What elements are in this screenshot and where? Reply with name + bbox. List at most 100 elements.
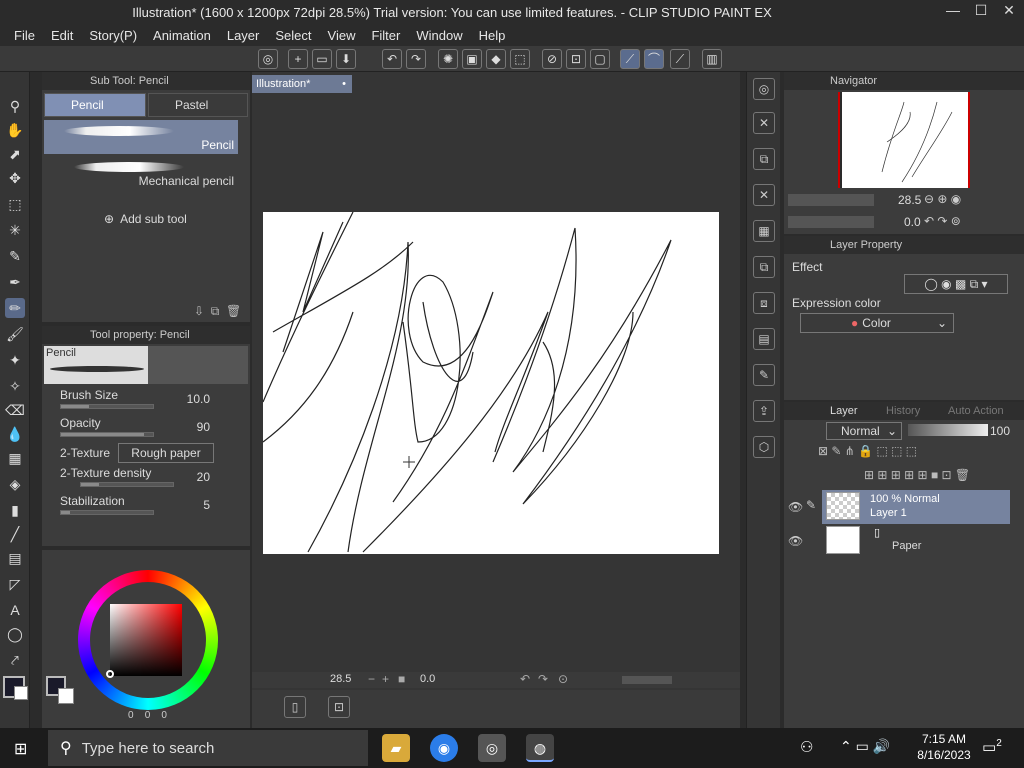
storyboard-icon[interactable]: ▯ <box>284 696 306 718</box>
cancel-icon[interactable]: ✕ <box>753 184 775 206</box>
zoom-tool-icon[interactable]: ⚲ <box>5 96 25 116</box>
menu-view[interactable]: View <box>320 26 364 46</box>
open-folder-icon[interactable]: ▭ <box>312 49 332 69</box>
fill-icon[interactable]: ◆ <box>486 49 506 69</box>
subtool-item-pencil[interactable]: Pencil <box>44 120 238 154</box>
taskbar-search[interactable]: ⚲ Type here to search <box>48 730 368 766</box>
undo-icon[interactable]: ↶ <box>382 49 402 69</box>
menu-help[interactable]: Help <box>471 26 514 46</box>
edit-icon[interactable]: ✎ <box>753 364 775 386</box>
target-icon[interactable]: ◎ <box>753 78 775 100</box>
navigator-frame[interactable] <box>838 92 970 188</box>
tab-close-icon[interactable]: • <box>342 75 346 93</box>
merge-icon[interactable]: ⧈ <box>753 292 775 314</box>
texture-density-slider[interactable] <box>80 482 174 487</box>
navigator-zoom-value[interactable]: 28.5 <box>898 193 921 207</box>
color-picker-handle[interactable] <box>106 670 114 678</box>
invert-selection-icon[interactable]: ⊡ <box>566 49 586 69</box>
file-explorer-icon[interactable]: ▰ <box>382 734 410 762</box>
shape-icon[interactable]: ⬡ <box>753 436 775 458</box>
smartphone-icon[interactable]: ▥ <box>702 49 722 69</box>
page-manager-icon[interactable]: ⊡ <box>328 696 350 718</box>
navigator-rotation-slider[interactable] <box>788 216 874 228</box>
deselect-icon[interactable]: ⊘ <box>542 49 562 69</box>
tray-icons[interactable]: ⌃ ▭ 🔊 <box>840 738 890 755</box>
layer-opacity-slider[interactable] <box>908 424 988 436</box>
people-icon[interactable]: ⚇ <box>800 738 813 756</box>
sub-color-swatch[interactable] <box>14 686 28 700</box>
transform-icon[interactable]: ⬚ <box>510 49 530 69</box>
auto-select-icon[interactable]: ✳ <box>5 220 25 240</box>
decoration-icon[interactable]: ✧ <box>5 376 25 396</box>
texture-density-value[interactable]: 20 <box>197 470 210 484</box>
balloon-icon[interactable]: ◯ <box>5 624 25 644</box>
clear-icon[interactable]: ✺ <box>438 49 458 69</box>
show-selection-icon[interactable]: ▢ <box>590 49 610 69</box>
pencil-tool-icon[interactable]: ✏ <box>5 298 25 318</box>
brush-size-value[interactable]: 10.0 <box>187 392 210 406</box>
tab-auto-action[interactable]: Auto Action <box>948 402 1004 420</box>
stabilization-slider[interactable] <box>60 510 154 515</box>
windows-start-icon[interactable]: ⊞ <box>14 739 27 759</box>
add-sub-tool-button[interactable]: ⊕ Add sub tool <box>104 212 187 226</box>
snap-to-grid-icon[interactable]: ⟋ <box>670 49 690 69</box>
move-layer-icon[interactable]: ✥ <box>5 168 25 188</box>
menu-story[interactable]: Story(P) <box>81 26 145 46</box>
menu-window[interactable]: Window <box>408 26 470 46</box>
save-icon[interactable]: ⬇ <box>336 49 356 69</box>
minimize-button[interactable]: — <box>940 2 966 24</box>
correct-line-icon[interactable]: ⤤ <box>5 650 25 670</box>
close-button[interactable]: ✕ <box>996 2 1022 24</box>
import-icon[interactable]: ⇩ <box>194 304 204 318</box>
zoom-out-icon[interactable]: − <box>368 672 375 686</box>
duplicate-icon[interactable]: ⧉ <box>211 304 220 318</box>
subtool-item-mechanical-pencil[interactable]: Mechanical pencil <box>44 156 238 190</box>
layer-row-layer-1[interactable]: 100 % Normal Layer 1 <box>822 490 1010 524</box>
line-tool-icon[interactable]: ╱ <box>5 524 25 544</box>
clock[interactable]: 7:15 AM 8/16/2023 <box>914 731 974 763</box>
drawing-canvas[interactable] <box>262 211 719 554</box>
frame-border-icon[interactable]: ▤ <box>5 548 25 568</box>
brush-tool-icon[interactable]: 🖌 <box>5 324 25 344</box>
layer-action-icons[interactable]: ⊞ ⊞ ⊞ ⊞ ⊞ ■ ⊡ 🗑 <box>864 468 970 482</box>
stabilization-value[interactable]: 5 <box>203 498 210 512</box>
airbrush-icon[interactable]: ✦ <box>5 350 25 370</box>
copy-icon[interactable]: ⧉ <box>753 148 775 170</box>
expression-color-dropdown[interactable]: ● Color ⌄ <box>800 313 954 333</box>
operation-tool-icon[interactable]: ⬈ <box>5 144 25 164</box>
texture-dropdown[interactable]: Rough paper <box>118 443 214 463</box>
clip-studio-paint-icon[interactable]: ◍ <box>526 734 554 762</box>
menu-layer[interactable]: Layer <box>219 26 268 46</box>
tab-history[interactable]: History <box>886 402 920 420</box>
clear-outside-icon[interactable]: ▣ <box>462 49 482 69</box>
tab-layer[interactable]: Layer <box>830 402 858 420</box>
maximize-button[interactable]: ☐ <box>968 2 994 24</box>
subtool-tab-pastel[interactable]: Pastel <box>148 93 248 117</box>
export-icon[interactable]: ⇪ <box>753 400 775 422</box>
grid-icon[interactable]: ▦ <box>753 220 775 242</box>
effect-buttons[interactable]: ◯ ◉ ▩ ⧉ ▾ <box>904 274 1008 294</box>
subtool-tab-pencil[interactable]: Pencil <box>44 93 146 117</box>
new-file-icon[interactable]: + <box>288 49 308 69</box>
navigator-zoom-buttons[interactable]: ⊖ ⊕ ◉ <box>924 192 961 206</box>
chrome-icon[interactable]: ◉ <box>430 734 458 762</box>
figure-icon[interactable]: ▦ <box>5 448 25 468</box>
layer-tool-icons[interactable]: ⊠ ✎ ⋔ 🔒 ⬚ ⬚ ⬚ <box>818 444 917 458</box>
reset-rotation-icon[interactable]: ⊙ <box>558 672 568 686</box>
saturation-value-square[interactable] <box>110 604 182 676</box>
menu-file[interactable]: File <box>0 26 43 46</box>
clip-studio-icon[interactable]: ◎ <box>258 49 278 69</box>
document-tab[interactable]: Illustration* • <box>252 75 352 93</box>
layer-row-paper[interactable]: ▯ Paper <box>822 524 1010 558</box>
text-tool-icon[interactable]: A <box>5 600 25 620</box>
horizontal-scrollbar[interactable] <box>622 676 672 684</box>
brush-size-slider[interactable] <box>60 404 154 409</box>
fill-tool-icon[interactable]: ◈ <box>5 474 25 494</box>
eraser-icon[interactable]: ⌫ <box>5 400 25 420</box>
pen-tool-icon[interactable]: ✒ <box>5 272 25 292</box>
close-panel-icon[interactable]: ✕ <box>753 112 775 134</box>
selection-tool-icon[interactable]: ⬚ <box>5 194 25 214</box>
opacity-value[interactable]: 90 <box>197 420 210 434</box>
menu-animation[interactable]: Animation <box>145 26 219 46</box>
menu-edit[interactable]: Edit <box>43 26 81 46</box>
